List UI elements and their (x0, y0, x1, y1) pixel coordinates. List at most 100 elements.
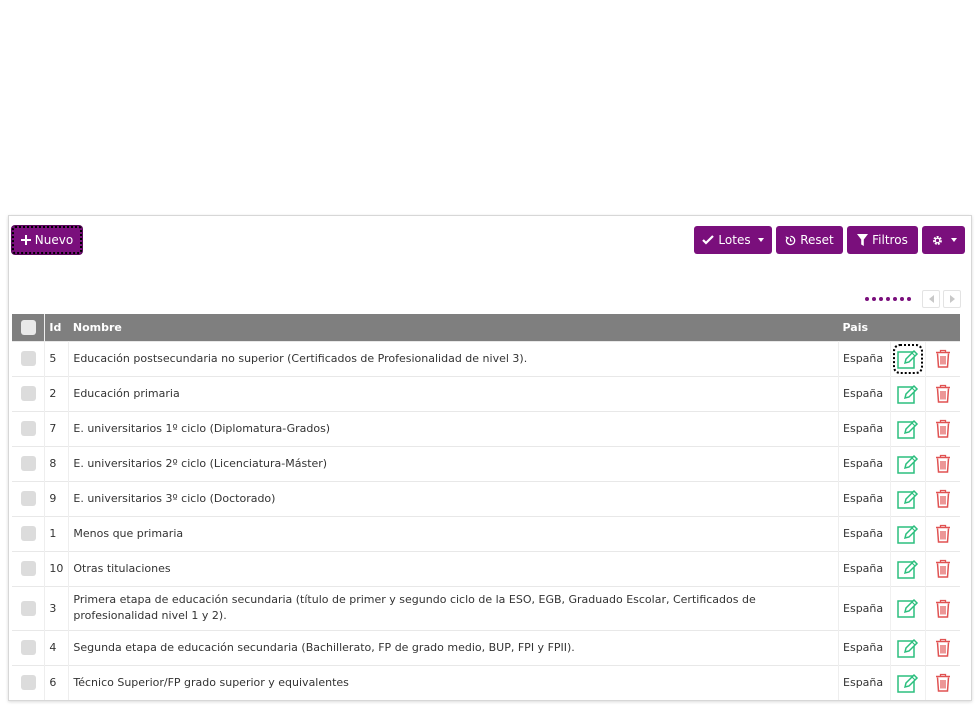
cell-name: Primera etapa de educación secundaria (t… (68, 585, 840, 630)
previous-page-button[interactable] (922, 290, 940, 308)
delete-button[interactable] (930, 486, 956, 512)
trash-icon (935, 349, 950, 368)
filters-button[interactable]: Filtros (847, 226, 918, 254)
trash-icon (935, 674, 950, 692)
next-page-button[interactable] (943, 290, 961, 308)
row-checkbox[interactable] (20, 526, 36, 541)
edit-icon (897, 454, 919, 474)
new-button[interactable]: Nuevo (12, 226, 82, 254)
lotes-label: Lotes (718, 233, 751, 247)
trash-icon (935, 419, 950, 438)
row-checkbox[interactable] (20, 600, 36, 616)
edit-button[interactable] (895, 635, 921, 661)
table-row: 4 Segunda etapa de educación secundaria … (12, 629, 960, 665)
pagination-dots (865, 297, 911, 301)
column-header-id[interactable]: Id (45, 314, 69, 341)
pagination (865, 289, 961, 309)
trash-icon (935, 384, 950, 403)
reset-icon (785, 235, 796, 245)
table-row: 10 Otras titulaciones España (12, 550, 960, 586)
chevron-down-icon (757, 238, 764, 242)
edit-icon (897, 489, 919, 509)
edit-icon (897, 524, 919, 544)
edit-icon (897, 419, 919, 439)
row-checkbox[interactable] (20, 491, 36, 506)
table-row: 9 E. universitarios 3º ciclo (Doctorado)… (12, 480, 960, 516)
table-row: 7 E. universitarios 1º ciclo (Diplomatur… (12, 410, 960, 446)
delete-button[interactable] (930, 595, 956, 621)
cell-name: Educación primaria (68, 375, 840, 411)
cell-id: 4 (44, 629, 70, 665)
edit-button[interactable] (895, 556, 921, 582)
edit-button[interactable] (895, 670, 921, 696)
row-checkbox[interactable] (20, 561, 36, 576)
edit-button[interactable] (892, 343, 923, 374)
trash-icon (935, 599, 950, 618)
cell-id: 9 (44, 480, 70, 516)
delete-button[interactable] (930, 556, 956, 582)
cell-id: 1 (44, 515, 70, 551)
cell-name: Segunda etapa de educación secundaria (B… (68, 629, 840, 665)
delete-button[interactable] (930, 521, 956, 547)
table-row: 3 Primera etapa de educación secundaria … (12, 585, 960, 630)
cell-country: España (838, 515, 891, 551)
cell-country: España (838, 480, 891, 516)
column-header-country[interactable]: Pais (839, 314, 891, 341)
cell-country: España (838, 585, 891, 630)
select-all-checkbox[interactable] (20, 319, 36, 335)
edit-button[interactable] (895, 486, 921, 512)
trash-icon (935, 454, 950, 473)
reset-button[interactable]: Reset (776, 226, 843, 254)
cell-country: España (838, 410, 891, 446)
check-icon (702, 235, 715, 245)
table-row: 2 Educación primaria España (12, 375, 960, 411)
table-row: 5 Educación postsecundaria no superior (… (12, 340, 960, 376)
chevron-down-icon (950, 238, 957, 242)
filters-label: Filtros (872, 233, 908, 247)
table-row: 8 E. universitarios 2º ciclo (Licenciatu… (12, 445, 960, 481)
data-table: Id Nombre Pais 5 Educación postsecundari… (12, 314, 960, 700)
cell-country: España (838, 445, 891, 481)
cell-country: España (838, 629, 891, 665)
edit-icon (897, 598, 919, 618)
row-checkbox[interactable] (20, 386, 36, 401)
edit-button[interactable] (895, 595, 921, 621)
edit-button[interactable] (895, 451, 921, 477)
trash-icon (935, 489, 950, 508)
edit-button[interactable] (895, 416, 921, 442)
reset-label: Reset (800, 233, 834, 247)
table-row: 1 Menos que primaria España (12, 515, 960, 551)
edit-button[interactable] (895, 381, 921, 407)
delete-button[interactable] (930, 416, 956, 442)
edit-icon (897, 673, 919, 693)
column-header-name[interactable]: Nombre (69, 314, 839, 341)
trash-icon (935, 638, 950, 657)
edit-button[interactable] (895, 521, 921, 547)
settings-dropdown-button[interactable] (922, 226, 965, 254)
cell-name: Técnico Superior/FP grado superior y equ… (68, 664, 840, 700)
row-checkbox[interactable] (20, 675, 36, 691)
row-checkbox[interactable] (20, 640, 36, 655)
cell-id: 2 (44, 375, 70, 411)
cell-id: 10 (44, 550, 70, 586)
delete-button[interactable] (930, 381, 956, 407)
edit-icon (897, 349, 919, 369)
plus-icon (20, 235, 31, 245)
data-panel: Nuevo Lotes Reset Filtros Id Nombre Pais (8, 215, 972, 701)
row-checkbox[interactable] (20, 421, 36, 436)
cell-id: 7 (44, 410, 70, 446)
delete-button[interactable] (930, 670, 956, 696)
gear-icon (932, 235, 942, 245)
delete-button[interactable] (930, 451, 956, 477)
delete-button[interactable] (930, 635, 956, 661)
lotes-dropdown-button[interactable]: Lotes (694, 226, 772, 254)
row-checkbox[interactable] (20, 351, 36, 366)
cell-id: 8 (44, 445, 70, 481)
edit-icon (897, 384, 919, 404)
delete-button[interactable] (930, 346, 956, 372)
row-checkbox[interactable] (20, 456, 36, 471)
cell-country: España (838, 664, 891, 700)
table-header-row: Id Nombre Pais (12, 314, 960, 341)
cell-name: Educación postsecundaria no superior (Ce… (68, 340, 840, 376)
cell-country: España (838, 550, 891, 586)
